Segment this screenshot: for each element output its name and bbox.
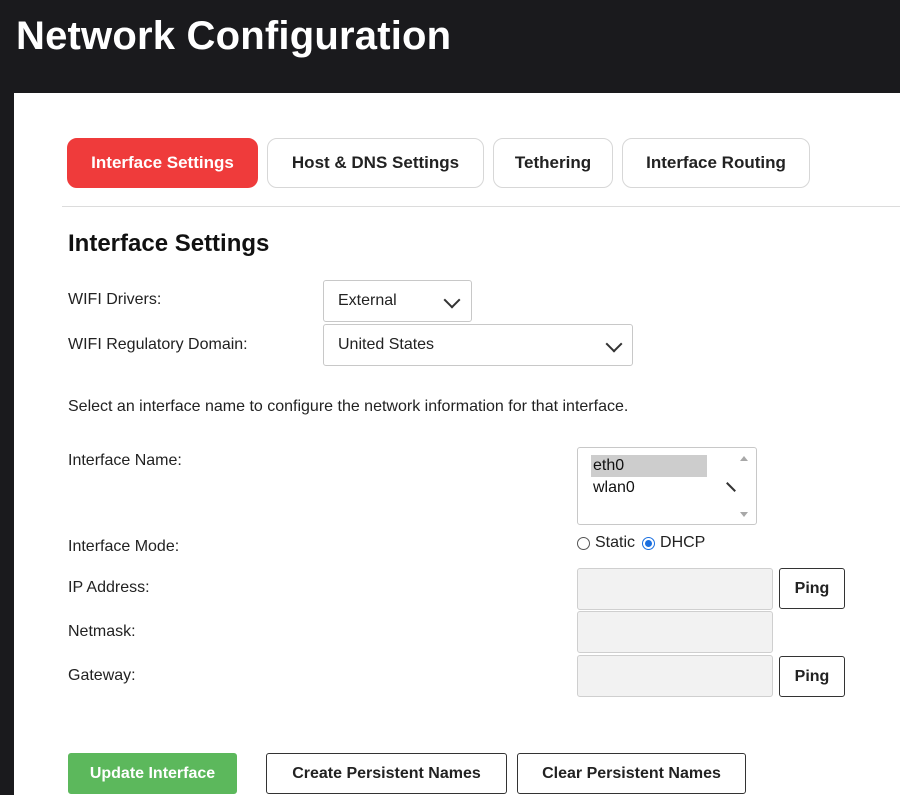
scroll-up-icon[interactable] [740,456,748,461]
chevron-down-icon [605,335,623,353]
app-header: Network Configuration [0,0,900,93]
dhcp-radio[interactable] [642,536,656,550]
section-title: Interface Settings [68,230,270,257]
wifi-domain-select[interactable]: United States [323,324,633,366]
interface-name-label: Interface Name: [68,452,182,469]
update-interface-button[interactable]: Update Interface [68,753,237,794]
tab-interface-routing[interactable]: Interface Routing [622,138,810,188]
netmask-label: Netmask: [68,623,136,640]
interface-mode-radio-group: Static DHCP [577,533,712,553]
tab-interface-settings[interactable]: Interface Settings [67,138,258,188]
gateway-input[interactable] [577,655,773,697]
left-edge-bar [0,93,14,795]
ip-address-input[interactable] [577,568,773,610]
help-text: Select an interface name to configure th… [68,398,629,415]
tab-host-dns-settings[interactable]: Host & DNS Settings [267,138,484,188]
clear-persistent-names-button[interactable]: Clear Persistent Names [517,753,746,794]
mouse-cursor-icon [726,482,736,492]
gateway-ping-button[interactable]: Ping [779,656,845,697]
interface-option-wlan0[interactable]: wlan0 [591,477,707,499]
wifi-drivers-select[interactable]: External [323,280,472,322]
interface-option-eth0[interactable]: eth0 [591,455,707,477]
chevron-down-icon [443,291,461,309]
page: Network Configuration Interface Settings… [0,0,900,795]
static-radio-label: Static [595,534,636,551]
interface-name-listbox[interactable]: eth0 wlan0 [577,447,757,525]
wifi-domain-value: United States [338,336,435,353]
wifi-domain-label: WIFI Regulatory Domain: [68,336,248,353]
netmask-input[interactable] [577,611,773,653]
create-persistent-names-button[interactable]: Create Persistent Names [266,753,507,794]
scroll-down-icon[interactable] [740,512,748,517]
ip-address-label: IP Address: [68,579,150,596]
static-radio[interactable] [577,536,590,550]
wifi-drivers-value: External [338,292,397,309]
page-title: Network Configuration [16,14,452,58]
interface-mode-label: Interface Mode: [68,538,180,555]
dhcp-radio-label: DHCP [660,534,706,551]
wifi-drivers-label: WIFI Drivers: [68,291,162,308]
ip-ping-button[interactable]: Ping [779,568,845,609]
gateway-label: Gateway: [68,667,136,684]
tab-tethering[interactable]: Tethering [493,138,613,188]
tabs-divider [62,206,900,207]
